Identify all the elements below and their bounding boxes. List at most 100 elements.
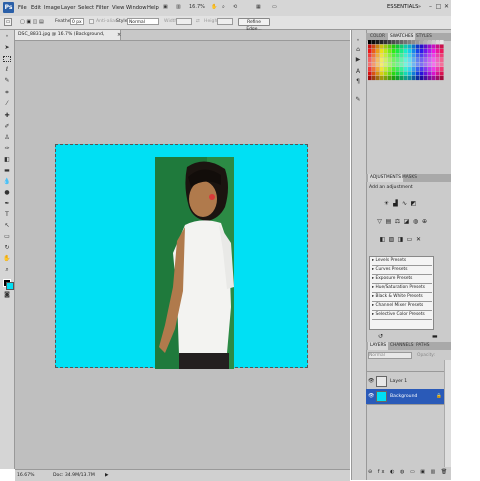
menu-edit[interactable]: Edit [31,5,41,11]
swatch[interactable] [368,58,372,63]
swatch[interactable] [408,76,412,81]
swatch[interactable] [428,76,432,81]
swatch[interactable] [380,49,384,54]
swatch[interactable] [388,40,392,45]
swatch[interactable] [424,49,428,54]
swatch[interactable] [384,71,388,76]
swatch[interactable] [388,71,392,76]
swatch[interactable] [404,71,408,76]
hand-icon[interactable]: ✋ [211,4,217,10]
swatch[interactable] [424,76,428,81]
swatch[interactable] [388,53,392,58]
swatch[interactable] [436,67,440,72]
zoom-tool-icon[interactable]: ⌕ [3,267,11,273]
swatch[interactable] [372,53,376,58]
eyedropper-tool-icon[interactable]: ⁄ [3,101,11,107]
swatch[interactable] [368,40,372,45]
swatch[interactable] [376,44,380,49]
swatch[interactable] [368,76,372,81]
swatch[interactable] [420,40,424,45]
swatch[interactable] [416,71,420,76]
swatch[interactable] [436,53,440,58]
close-button[interactable]: ✕ [442,3,451,11]
blend-mode-select[interactable]: Normal [368,352,412,359]
swatch[interactable] [420,76,424,81]
swatch[interactable] [400,71,404,76]
swatch[interactable] [440,62,444,67]
swatch[interactable] [436,62,440,67]
swatch[interactable] [384,40,388,45]
tool-preset-picker[interactable]: ▭ [4,18,12,26]
zoom-level[interactable]: 16.7% [189,4,205,10]
swatch[interactable] [376,53,380,58]
swatch[interactable] [396,62,400,67]
history-icon[interactable]: ⌂ [354,46,362,53]
swatch[interactable] [416,40,420,45]
menu-image[interactable]: Image [44,5,60,11]
swatch[interactable] [368,62,372,67]
tab-layers[interactable]: LAYERS [368,342,389,350]
swatch[interactable] [368,67,372,72]
swatch[interactable] [404,62,408,67]
threshold-icon[interactable]: ◨ [397,236,404,243]
path-selection-tool-icon[interactable]: ↖ [3,223,11,229]
arrange-documents-icon[interactable]: ▦ [256,4,261,10]
swatch[interactable] [408,67,412,72]
preset-curves[interactable]: ▸ Curves Presets [372,266,432,275]
swatch[interactable] [388,76,392,81]
character-icon[interactable]: A [354,68,362,75]
selective-color-icon[interactable]: ✕ [415,236,422,243]
dock-collapse-icon[interactable]: « [354,36,362,43]
clone-stamp-tool-icon[interactable]: ♙ [3,135,11,141]
swatch[interactable] [412,71,416,76]
swatch[interactable] [412,40,416,45]
swatch[interactable] [428,58,432,63]
swatch[interactable] [392,58,396,63]
zoom-icon[interactable]: ⌕ [222,4,225,10]
shape-tool-icon[interactable]: ▭ [3,234,11,240]
swatch[interactable] [384,49,388,54]
swatch[interactable] [432,44,436,49]
swatch[interactable] [424,67,428,72]
feather-input[interactable]: 0 px [70,18,84,25]
swatch[interactable] [392,71,396,76]
swatch[interactable] [396,76,400,81]
exposure-icon[interactable]: ◩ [410,200,417,207]
swatch[interactable] [384,62,388,67]
brushes-icon[interactable]: ✎ [354,96,362,103]
swatch[interactable] [432,67,436,72]
swatch[interactable] [432,58,436,63]
swatch[interactable] [432,62,436,67]
swatch[interactable] [400,76,404,81]
brush-tool-icon[interactable]: ✐ [3,124,11,130]
swatch[interactable] [400,44,404,49]
swatch[interactable] [400,40,404,45]
swatch[interactable] [396,58,400,63]
swatch[interactable] [388,62,392,67]
swatch[interactable] [396,53,400,58]
swatch[interactable] [416,62,420,67]
swatch[interactable] [380,44,384,49]
posterize-icon[interactable]: ▨ [388,236,395,243]
swatch[interactable] [408,58,412,63]
gradient-tool-icon[interactable]: ▬ [3,168,11,174]
swatch[interactable] [408,40,412,45]
swatch[interactable] [400,49,404,54]
swatch[interactable] [408,44,412,49]
swatch[interactable] [384,53,388,58]
color-balance-icon[interactable]: ⚖ [394,218,401,225]
healing-brush-tool-icon[interactable]: ✚ [3,113,11,119]
swatch[interactable] [404,76,408,81]
vibrance-icon[interactable]: ▽ [376,218,383,225]
swatch[interactable] [416,76,420,81]
swatch[interactable] [404,40,408,45]
preset-exposure[interactable]: ▸ Exposure Presets [372,275,432,284]
swatch[interactable] [428,44,432,49]
swatch[interactable] [440,58,444,63]
tools-collapse-icon[interactable]: » [3,33,11,39]
tab-adjustments[interactable]: ADJUSTMENTS [368,174,404,182]
blur-tool-icon[interactable]: 💧 [3,179,11,185]
background-color-swatch[interactable] [6,282,14,290]
swatch[interactable] [392,49,396,54]
swatch[interactable] [376,76,380,81]
